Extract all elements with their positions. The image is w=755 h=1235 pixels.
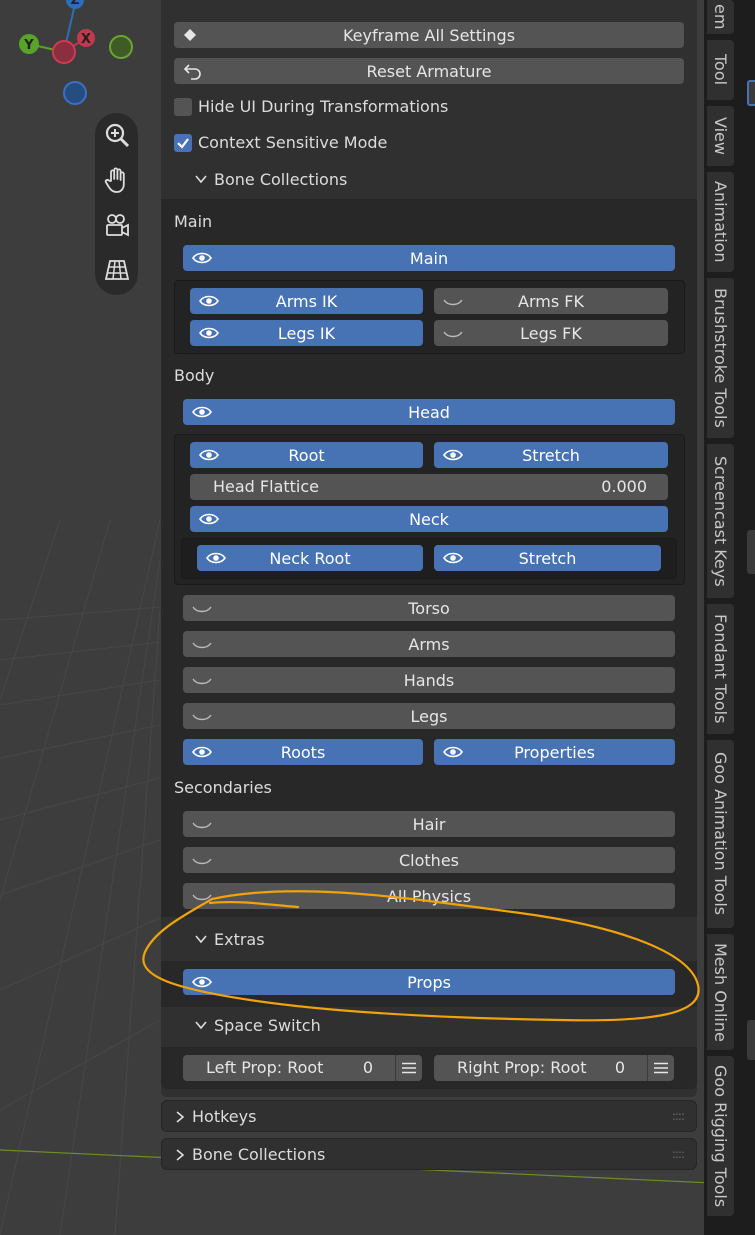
annotation-ellipse [142, 890, 700, 1022]
blender-3d-viewport[interactable]: X Y Z Keyframe All Settings Reset Armatu… [0, 0, 755, 1235]
